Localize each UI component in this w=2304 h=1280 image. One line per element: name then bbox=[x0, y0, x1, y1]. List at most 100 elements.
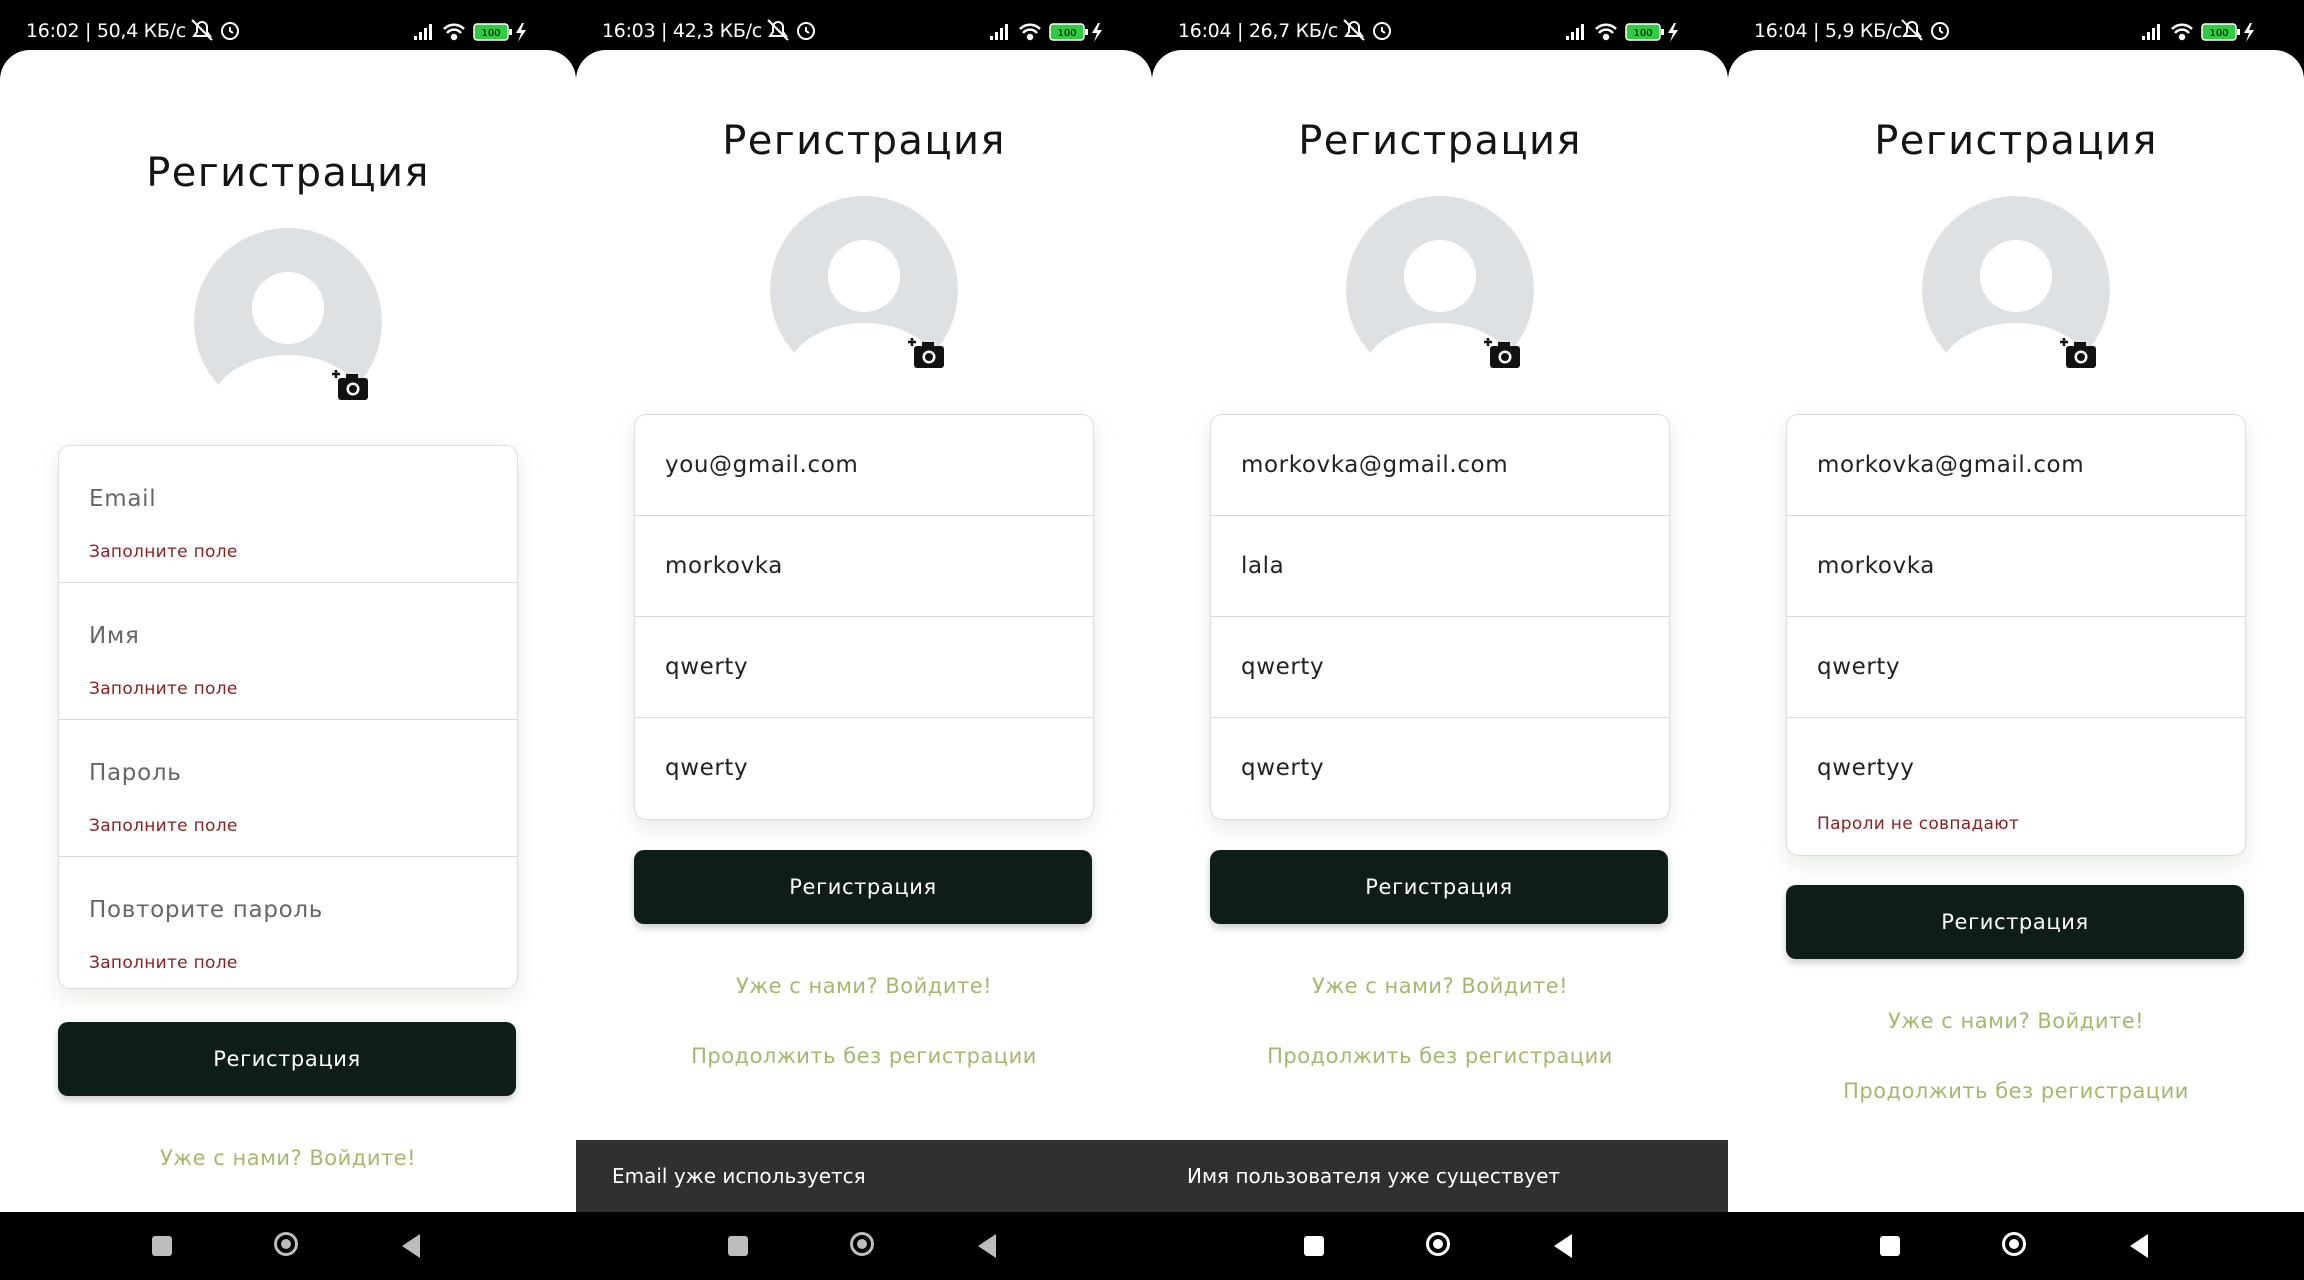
alarm-icon bbox=[1931, 22, 1949, 40]
status-left-icons bbox=[1901, 19, 1949, 41]
battery-icon: 100 bbox=[2201, 23, 2240, 41]
email-field[interactable]: Email Заполните поле bbox=[59, 446, 517, 583]
battery-icon: 100 bbox=[473, 23, 512, 41]
repeat-password-field[interactable]: qwertyy Пароли не совпадают bbox=[1787, 718, 2245, 852]
avatar[interactable] bbox=[194, 228, 382, 416]
register-button[interactable]: Регистрация bbox=[1786, 885, 2244, 959]
recents-icon[interactable] bbox=[728, 1236, 748, 1256]
repeat-password-value: qwerty bbox=[665, 755, 749, 781]
register-button[interactable]: Регистрация bbox=[1210, 850, 1668, 924]
registration-form: morkovka@gmail.com morkovka qwerty qwert… bbox=[1786, 414, 2246, 856]
wifi-icon bbox=[443, 23, 465, 41]
snackbar-message: Email уже используется bbox=[612, 1164, 866, 1188]
svg-text:100: 100 bbox=[1633, 28, 1652, 39]
email-field[interactable]: morkovka@gmail.com bbox=[1211, 415, 1669, 516]
home-icon[interactable] bbox=[850, 1232, 874, 1256]
svg-text:100: 100 bbox=[481, 28, 500, 39]
password-error: Заполните поле bbox=[89, 816, 238, 836]
repeat-password-field[interactable]: Повторите пароль Заполните поле bbox=[59, 857, 517, 987]
alarm-icon bbox=[1373, 22, 1391, 40]
screen-panel-1: 16:02 | 50,4 КБ/с 100 Регистрация Email … bbox=[0, 0, 576, 1280]
repeat-password-placeholder: Повторите пароль bbox=[89, 897, 324, 923]
login-link[interactable]: Уже с нами? Войдите! bbox=[0, 1146, 576, 1170]
registration-screen: Регистрация Email Заполните поле Имя Зап… bbox=[0, 50, 576, 1212]
email-field[interactable]: you@gmail.com bbox=[635, 415, 1093, 516]
snackbar: Имя пользователя уже существует bbox=[1152, 1140, 1728, 1212]
password-field[interactable]: qwerty bbox=[635, 617, 1093, 718]
login-link[interactable]: Уже с нами? Войдите! bbox=[1152, 974, 1728, 998]
signal-icon bbox=[414, 24, 432, 40]
battery-icon: 100 bbox=[1625, 23, 1664, 41]
avatar[interactable] bbox=[770, 196, 958, 384]
registration-form: you@gmail.com morkovka qwerty qwerty bbox=[634, 414, 1094, 820]
signal-icon bbox=[990, 24, 1008, 40]
recents-icon[interactable] bbox=[1304, 1236, 1324, 1256]
nav-bar bbox=[1728, 1212, 2304, 1280]
home-icon[interactable] bbox=[2002, 1232, 2026, 1256]
guest-link[interactable]: Продолжить без регистрации bbox=[1152, 1044, 1728, 1068]
email-value: morkovka@gmail.com bbox=[1817, 452, 2085, 478]
email-value: morkovka@gmail.com bbox=[1241, 452, 1509, 478]
snackbar: Email уже используется bbox=[576, 1140, 1152, 1212]
charging-icon bbox=[2244, 23, 2254, 42]
mute-icon bbox=[767, 19, 789, 41]
back-icon[interactable] bbox=[402, 1234, 420, 1258]
nav-bar bbox=[1152, 1212, 1728, 1280]
status-time-speed: 16:04 | 5,9 КБ/с bbox=[1754, 20, 1903, 42]
recents-icon[interactable] bbox=[152, 1236, 172, 1256]
password-value: qwerty bbox=[665, 654, 749, 680]
password-field[interactable]: qwerty bbox=[1211, 617, 1669, 718]
repeat-password-value: qwertyy bbox=[1817, 755, 1915, 781]
registration-form: Email Заполните поле Имя Заполните поле … bbox=[58, 445, 518, 989]
status-right-icons: 100 bbox=[2142, 23, 2254, 42]
name-field[interactable]: morkovka bbox=[1787, 516, 2245, 617]
email-value: you@gmail.com bbox=[665, 452, 859, 478]
mute-icon bbox=[1343, 19, 1365, 41]
page-title: Регистрация bbox=[1874, 118, 2158, 164]
wifi-icon bbox=[2171, 23, 2193, 41]
recents-icon[interactable] bbox=[1880, 1236, 1900, 1256]
alarm-icon bbox=[221, 22, 239, 40]
registration-screen: Регистрация you@gmail.com morkovka qwert… bbox=[576, 50, 1152, 1212]
mute-icon bbox=[191, 19, 213, 41]
password-placeholder: Пароль bbox=[89, 760, 182, 786]
repeat-password-field[interactable]: qwerty bbox=[635, 718, 1093, 816]
svg-text:100: 100 bbox=[1057, 28, 1076, 39]
charging-icon bbox=[1092, 23, 1102, 42]
repeat-password-field[interactable]: qwerty bbox=[1211, 718, 1669, 816]
status-left-icons bbox=[767, 19, 815, 41]
home-icon[interactable] bbox=[274, 1232, 298, 1256]
signal-icon bbox=[2142, 24, 2160, 40]
email-error: Заполните поле bbox=[89, 542, 238, 562]
guest-link[interactable]: Продолжить без регистрации bbox=[576, 1044, 1152, 1068]
avatar[interactable] bbox=[1922, 196, 2110, 384]
registration-screen: Регистрация morkovka@gmail.com morkovka bbox=[1728, 50, 2304, 1212]
back-icon[interactable] bbox=[2130, 1234, 2148, 1258]
back-icon[interactable] bbox=[1554, 1234, 1572, 1258]
register-button[interactable]: Регистрация bbox=[58, 1022, 516, 1096]
back-icon[interactable] bbox=[978, 1234, 996, 1258]
svg-text:100: 100 bbox=[2209, 28, 2228, 39]
password-field[interactable]: Пароль Заполните поле bbox=[59, 720, 517, 857]
name-value: lala bbox=[1241, 553, 1285, 579]
page-title: Регистрация bbox=[1298, 118, 1582, 164]
email-field[interactable]: morkovka@gmail.com bbox=[1787, 415, 2245, 516]
avatar[interactable] bbox=[1346, 196, 1534, 384]
repeat-password-value: qwerty bbox=[1241, 755, 1325, 781]
home-icon[interactable] bbox=[1426, 1232, 1450, 1256]
screen-panel-4: 16:04 | 5,9 КБ/с 100 Регистрация morkovk… bbox=[1728, 0, 2304, 1280]
screen-panel-3: 16:04 | 26,7 КБ/с 100 Регистрация morkov… bbox=[1152, 0, 1728, 1280]
password-value: qwerty bbox=[1817, 654, 1901, 680]
name-field[interactable]: morkovka bbox=[635, 516, 1093, 617]
register-button[interactable]: Регистрация bbox=[634, 850, 1092, 924]
status-time-speed: 16:03 | 42,3 КБ/с bbox=[602, 20, 762, 42]
registration-form: morkovka@gmail.com lala qwerty qwerty bbox=[1210, 414, 1670, 820]
name-field[interactable]: lala bbox=[1211, 516, 1669, 617]
wifi-icon bbox=[1595, 23, 1617, 41]
charging-icon bbox=[1668, 23, 1678, 42]
name-field[interactable]: Имя Заполните поле bbox=[59, 583, 517, 720]
password-field[interactable]: qwerty bbox=[1787, 617, 2245, 718]
login-link[interactable]: Уже с нами? Войдите! bbox=[576, 974, 1152, 998]
guest-link[interactable]: Продолжить без регистрации bbox=[1728, 1079, 2304, 1103]
login-link[interactable]: Уже с нами? Войдите! bbox=[1728, 1009, 2304, 1033]
